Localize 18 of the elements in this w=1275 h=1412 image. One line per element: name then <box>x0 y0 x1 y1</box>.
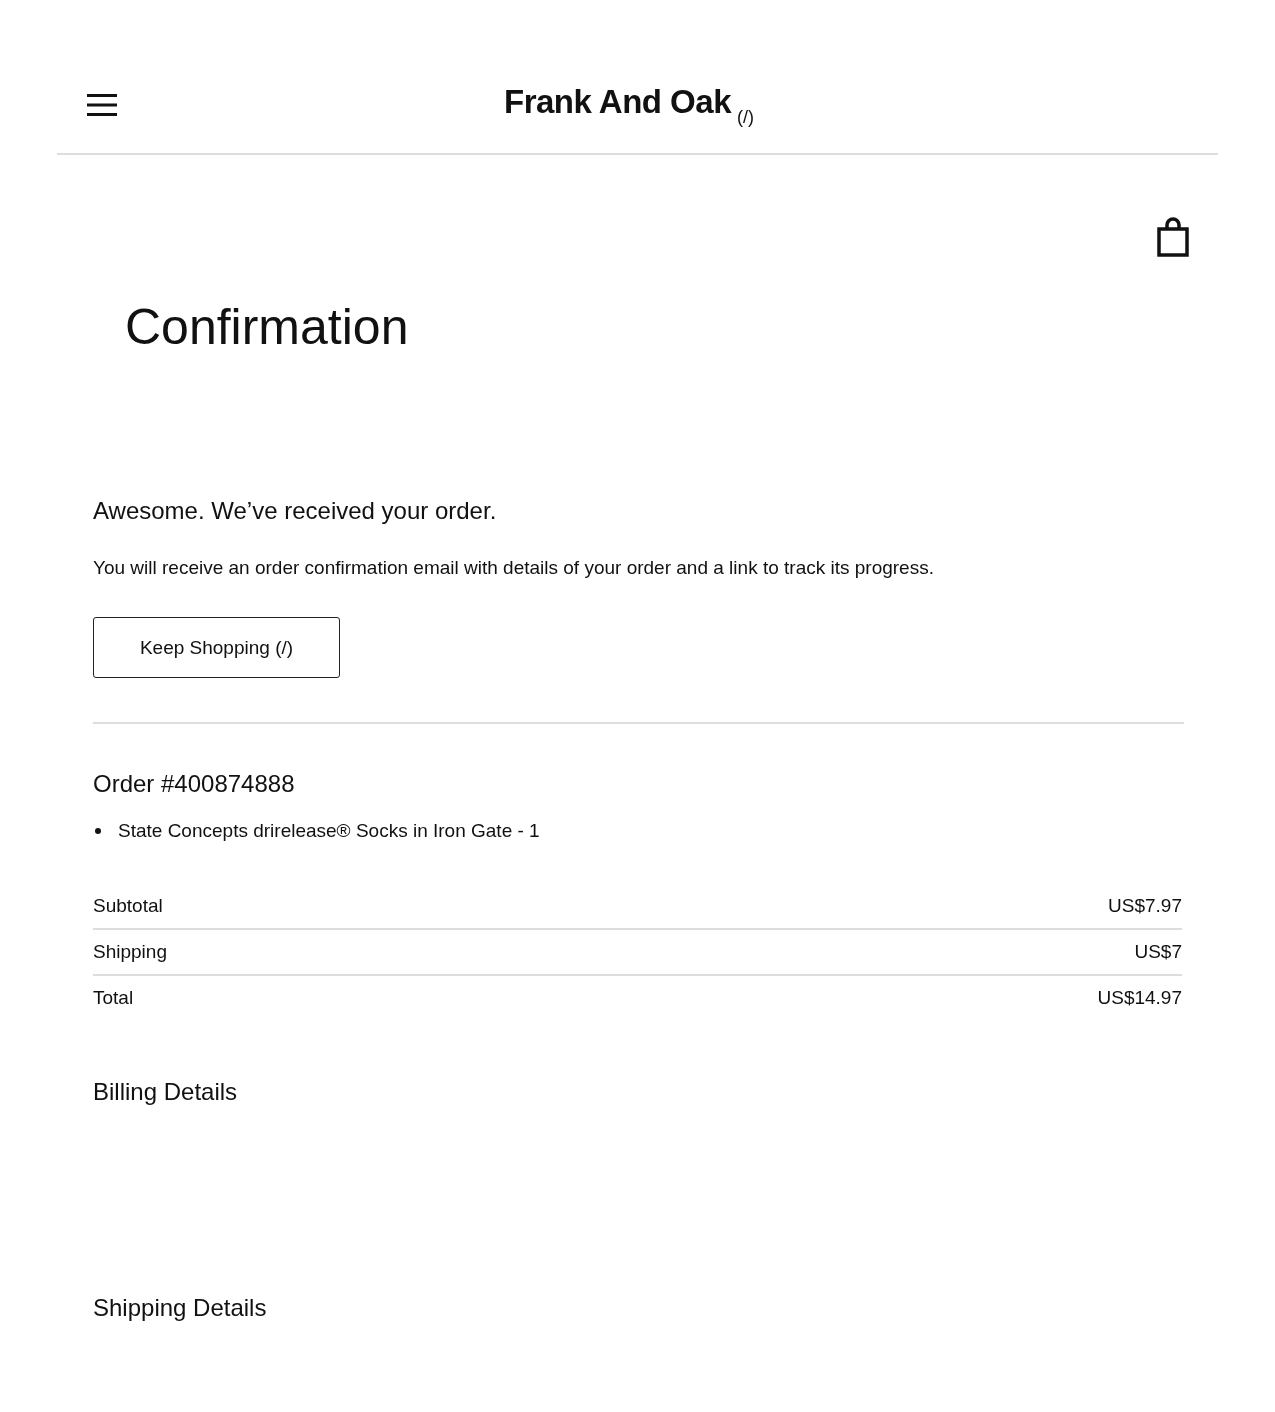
order-number: Order #400874888 <box>93 770 296 798</box>
section-heading: Billing Details <box>93 1078 239 1106</box>
logo-link[interactable]: Frank And Oak (/) <box>504 83 754 129</box>
total-label: Shipping <box>93 941 167 963</box>
page-title: Confirmation <box>125 298 410 357</box>
menu-icon[interactable] <box>87 92 117 117</box>
order-item: State Concepts drirelease® Socks in Iron Gate - 1 <box>118 820 540 842</box>
total-label: Subtotal <box>93 895 163 917</box>
confirmation-message: You will receive an order confirmation email with details of your order and a link to track its progress. <box>93 557 935 579</box>
total-value: US$7 <box>1134 941 1182 963</box>
total-label: Total <box>93 987 134 1009</box>
confirmation-heading: Awesome. We’ve received your order. <box>93 497 498 525</box>
total-value: US$7.97 <box>1108 895 1182 917</box>
keep-shopping-button[interactable]: Keep Shopping (/) <box>93 617 340 678</box>
section-heading: Shipping Details <box>93 1294 268 1322</box>
shopping-bag-icon[interactable] <box>1157 217 1189 257</box>
total-value: US$14.97 <box>1097 987 1182 1009</box>
bullet-icon <box>95 828 101 834</box>
